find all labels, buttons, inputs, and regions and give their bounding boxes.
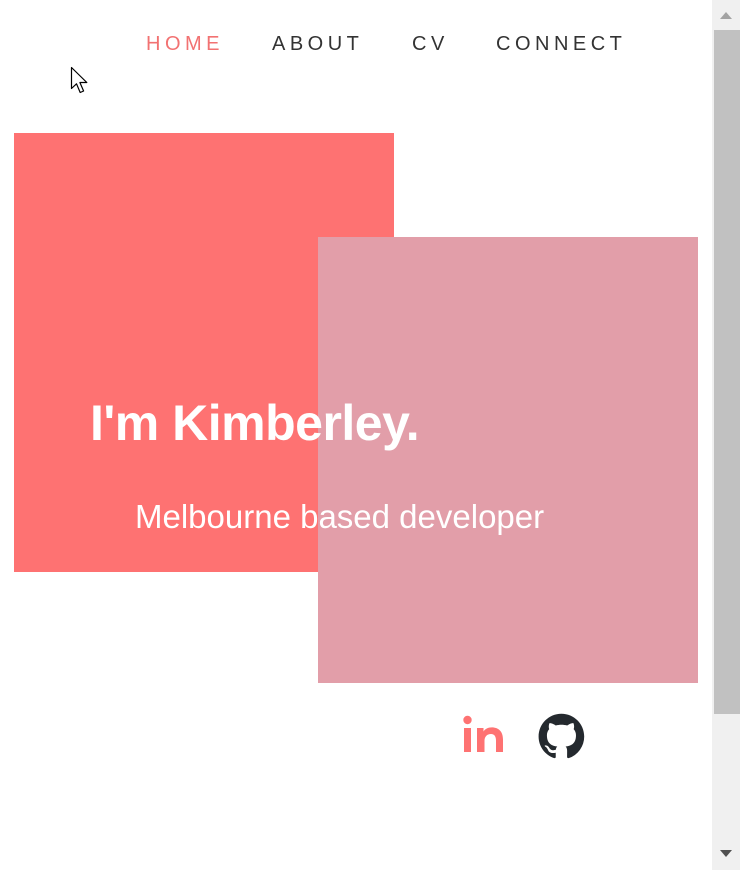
scrollbar-thumb[interactable] <box>714 30 740 714</box>
nav-item-home[interactable]: HOME <box>146 32 224 56</box>
scroll-down-button[interactable] <box>712 842 740 870</box>
hero-title: I'm Kimberley. <box>90 395 420 451</box>
github-icon <box>538 713 585 759</box>
nav-item-about[interactable]: ABOUT <box>272 32 363 56</box>
scroll-up-button[interactable] <box>712 0 740 28</box>
vertical-scrollbar[interactable] <box>712 0 740 870</box>
nav-item-connect[interactable]: CONNECT <box>496 32 626 56</box>
chevron-up-icon <box>720 12 732 19</box>
nav-item-cv[interactable]: CV <box>412 32 449 56</box>
hero-subtitle: Melbourne based developer <box>135 498 545 535</box>
linkedin-link[interactable] <box>460 710 508 760</box>
linkedin-icon <box>463 715 503 752</box>
main-nav: HOME ABOUT CV CONNECT <box>0 32 712 56</box>
mouse-cursor-icon <box>70 66 88 94</box>
hero-pink-block <box>318 237 698 683</box>
browser-viewport: HOME ABOUT CV CONNECT I'm Kimberley. Mel… <box>0 0 712 870</box>
page: HOME ABOUT CV CONNECT I'm Kimberley. Mel… <box>0 0 740 870</box>
chevron-down-icon <box>720 850 732 857</box>
github-link[interactable] <box>538 710 586 760</box>
